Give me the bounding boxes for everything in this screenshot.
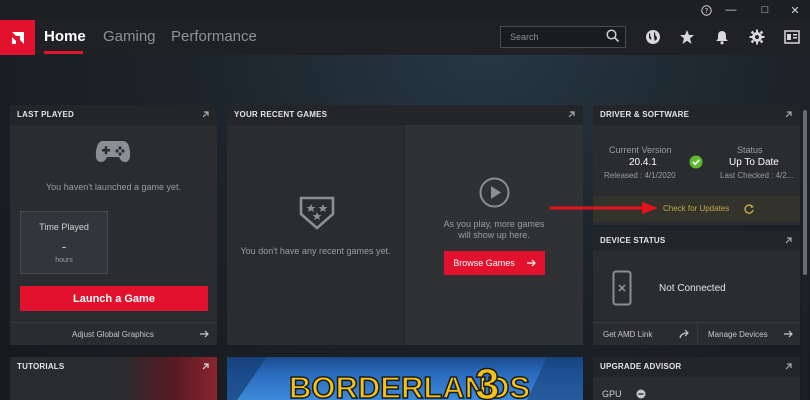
share-arrow-icon bbox=[679, 329, 689, 339]
search-icon[interactable] bbox=[606, 29, 620, 43]
expand-icon[interactable] bbox=[201, 362, 210, 371]
card-title: UPGRADE ADVISOR bbox=[593, 357, 800, 377]
manage-devices-button[interactable]: Manage Devices bbox=[698, 323, 800, 345]
tab-gaming[interactable]: Gaming bbox=[103, 28, 156, 45]
svg-text:3: 3 bbox=[475, 360, 499, 400]
maximize-button[interactable]: □ bbox=[752, 0, 778, 20]
get-amd-link-label: Get AMD Link bbox=[603, 330, 653, 339]
minus-circle-icon bbox=[636, 389, 646, 399]
globe-icon[interactable] bbox=[645, 29, 661, 45]
play-circle-icon bbox=[479, 177, 510, 208]
card-title: LAST PLAYED bbox=[10, 105, 217, 125]
launch-game-button[interactable]: Launch a Game bbox=[20, 286, 208, 311]
annotation-arrow bbox=[550, 202, 658, 214]
expand-icon[interactable] bbox=[784, 362, 793, 371]
footer-link-label: Adjust Global Graphics bbox=[72, 330, 154, 339]
card-title: DRIVER & SOFTWARE bbox=[593, 105, 800, 125]
gear-icon[interactable] bbox=[749, 29, 765, 45]
help-icon: ? bbox=[700, 4, 712, 16]
shield-stars-icon bbox=[299, 196, 335, 230]
window-title-bar: ? — □ ✕ bbox=[0, 0, 810, 20]
current-version-label: Current Version bbox=[609, 145, 672, 155]
featured-game-art: BORDERLANDS 3 bbox=[227, 357, 583, 400]
gamepad-icon bbox=[95, 141, 131, 162]
bell-icon[interactable] bbox=[714, 29, 730, 45]
expand-icon[interactable] bbox=[784, 236, 793, 245]
check-circle-icon bbox=[689, 155, 703, 169]
upgrade-advisor-card: UPGRADE ADVISOR GPU bbox=[593, 357, 800, 400]
scrollbar-thumb[interactable] bbox=[803, 110, 807, 275]
no-recent-games-text: You don't have any recent games yet. bbox=[240, 246, 391, 256]
card-title: YOUR RECENT GAMES bbox=[227, 105, 583, 125]
refresh-icon bbox=[744, 204, 754, 214]
tab-home[interactable]: Home bbox=[44, 28, 86, 45]
sidebar-layout-icon[interactable] bbox=[784, 29, 800, 45]
expand-icon[interactable] bbox=[567, 110, 576, 119]
play-more-text-line2: will show up here. bbox=[458, 230, 530, 240]
browse-games-label: Browse Games bbox=[453, 258, 515, 268]
released-date: Released : 4/1/2020 bbox=[604, 171, 676, 180]
card-title: TUTORIALS bbox=[17, 362, 65, 371]
adjust-global-graphics-link[interactable]: Adjust Global Graphics bbox=[10, 323, 217, 345]
current-version-value: 20.4.1 bbox=[629, 157, 657, 168]
star-icon[interactable] bbox=[679, 29, 695, 45]
phone-disconnected-icon bbox=[612, 270, 632, 306]
close-button[interactable]: ✕ bbox=[782, 0, 808, 20]
svg-text:?: ? bbox=[704, 7, 708, 15]
no-game-text: You haven't launched a game yet. bbox=[46, 182, 181, 192]
status-label: Status bbox=[737, 145, 763, 155]
active-tab-indicator bbox=[44, 51, 83, 54]
time-played-unit: hours bbox=[55, 257, 73, 264]
manage-devices-label: Manage Devices bbox=[708, 330, 768, 339]
amd-logo[interactable] bbox=[0, 20, 35, 55]
amd-arrow-icon bbox=[11, 31, 24, 44]
tutorials-card: TUTORIALS bbox=[10, 357, 217, 400]
gpu-row-label: GPU bbox=[602, 389, 622, 399]
time-played-label: Time Played bbox=[39, 222, 89, 232]
help-button[interactable]: ? bbox=[693, 0, 719, 20]
get-amd-link-button[interactable]: Get AMD Link bbox=[593, 323, 697, 345]
tab-performance[interactable]: Performance bbox=[171, 28, 257, 45]
last-checked: Last Checked : 4/2... bbox=[720, 171, 794, 180]
time-played-box: Time Played - hours bbox=[20, 211, 108, 274]
status-value: Up To Date bbox=[729, 157, 779, 168]
time-played-value: - bbox=[61, 239, 67, 254]
arrow-right-icon bbox=[200, 330, 209, 338]
minimize-button[interactable]: — bbox=[718, 0, 744, 20]
browse-games-button[interactable]: Browse Games bbox=[444, 251, 545, 275]
check-updates-label: Check for Updates bbox=[663, 204, 730, 213]
featured-game-banner[interactable]: BORDERLANDS 3 bbox=[227, 357, 583, 400]
arrow-right-icon bbox=[526, 259, 536, 267]
play-more-text-line1: As you play, more games bbox=[443, 219, 545, 229]
expand-icon[interactable] bbox=[201, 110, 210, 119]
card-title: DEVICE STATUS bbox=[593, 231, 800, 251]
expand-icon[interactable] bbox=[784, 110, 793, 119]
device-connection-status: Not Connected bbox=[659, 283, 726, 294]
arrow-right-icon bbox=[784, 330, 793, 338]
